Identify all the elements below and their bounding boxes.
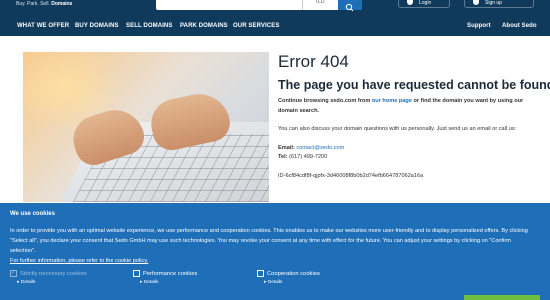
main-nav: WHAT WE OFFER BUY DOMAINS SELL DOMAINS P…: [0, 16, 550, 36]
checkbox-icon[interactable]: [133, 270, 140, 277]
search-button[interactable]: [338, 0, 362, 12]
email-label: Email:: [278, 145, 295, 151]
details-toggle-strictly-necessary[interactable]: ▸ Details: [17, 279, 35, 287]
cookie-title: We use cookies: [10, 211, 55, 217]
nav-our-services[interactable]: OUR SERVICES: [233, 16, 279, 36]
nav-buy-domains[interactable]: BUY DOMAINS: [75, 16, 119, 36]
hero-keyboard-image: [23, 52, 269, 202]
nav-about-sedo[interactable]: About Sedo: [502, 16, 537, 36]
checkbox-label: Strictly necessary cookies: [20, 271, 87, 277]
top-header: Buy. Park. Sell. Domains TLD Login Sign …: [0, 0, 550, 16]
cookie-banner: We use cookies In order to provide you w…: [0, 203, 550, 300]
page-title: Error 404: [278, 52, 349, 71]
checkbox-icon: [10, 269, 17, 277]
error-id: ID-6cf84cdf8f-qjpfx-3d46008f8b0b2d74efb6…: [278, 173, 424, 179]
tld-select[interactable]: TLD: [302, 0, 336, 10]
details-toggle-cooperation[interactable]: ▸ Details: [264, 279, 282, 287]
user-icon: [473, 0, 479, 5]
tagline-park: Park.: [27, 1, 39, 7]
register-button[interactable]: Sign up: [464, 0, 534, 8]
email-link[interactable]: contact@sedo.com: [296, 145, 344, 151]
brand-tagline: Buy. Park. Sell. Domains: [16, 0, 72, 8]
checkbox-label[interactable]: Performance cookies: [143, 270, 197, 278]
checkbox-icon[interactable]: [257, 270, 264, 277]
tagline-buy: Buy.: [16, 1, 26, 7]
nav-sell-domains[interactable]: SELL DOMAINS: [126, 16, 172, 36]
nav-support[interactable]: Support: [467, 16, 491, 36]
checkbox-label[interactable]: Cooperation cookies: [267, 270, 320, 278]
continue-prefix: Continue browsing sedo.com from: [278, 98, 372, 104]
cookie-policy-link[interactable]: For further information, please refer to…: [10, 258, 148, 264]
tel-value: (617) 499-7200: [289, 154, 328, 160]
search-icon: [345, 3, 354, 12]
tel-label: Tel:: [278, 154, 288, 160]
tel-line: Tel: (617) 499-7200: [278, 152, 544, 162]
home-page-link[interactable]: our home page: [372, 98, 412, 104]
login-label: Login: [419, 0, 432, 6]
tagline-sell: Sell.: [40, 1, 50, 7]
discuss-text: You can also discuss your domain questio…: [278, 126, 517, 132]
cookie-text: In order to provide you with an optimal …: [10, 226, 538, 266]
continue-text: Continue browsing sedo.com from our home…: [278, 96, 544, 116]
tagline-domains: Domains: [51, 1, 73, 7]
error-subtitle: The page you have requested cannot be fo…: [278, 78, 550, 92]
user-icon: [407, 0, 413, 5]
nav-what-we-offer[interactable]: WHAT WE OFFER: [17, 16, 69, 36]
cookie-description: In order to provide you with an optimal …: [10, 228, 528, 254]
login-button[interactable]: Login: [398, 0, 450, 8]
register-label: Sign up: [485, 0, 502, 6]
nav-park-domains[interactable]: PARK DOMAINS: [180, 16, 228, 36]
details-toggle-performance[interactable]: ▸ Details: [140, 279, 158, 287]
select-all-button[interactable]: [464, 295, 540, 300]
